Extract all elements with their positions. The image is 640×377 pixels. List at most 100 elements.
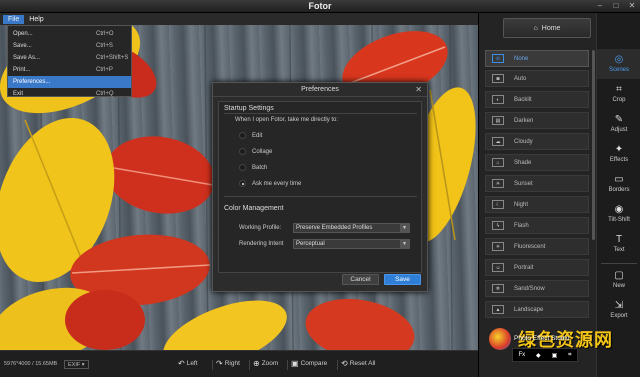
divider xyxy=(224,113,417,114)
rotate-right-icon: ↷ xyxy=(216,359,223,368)
radio-edit[interactable]: Edit xyxy=(239,132,262,139)
working-profile-select[interactable]: Preserve Embedded Profiles ▼ xyxy=(293,223,410,233)
scene-landscape[interactable]: ▲ Landscape xyxy=(485,301,589,318)
menu-bar: File Help xyxy=(0,13,478,25)
rotate-right-button[interactable]: ↷ Right xyxy=(216,359,240,368)
separator xyxy=(287,360,288,370)
watermark-logo-icon xyxy=(489,328,511,350)
scene-auto[interactable]: ◙ Auto xyxy=(485,70,589,87)
crop-icon: ⌗ xyxy=(616,84,622,95)
dialog-title-bar: Preferences ✕ xyxy=(213,83,427,97)
landscape-icon: ▲ xyxy=(492,305,504,314)
separator xyxy=(249,360,250,370)
window-title: Fotor xyxy=(308,1,332,11)
maximize-icon[interactable]: □ xyxy=(612,2,620,10)
rendering-intent-label: Rendering Intent xyxy=(239,241,284,247)
radio-dot[interactable] xyxy=(239,164,246,171)
preferences-dialog: Preferences ✕ Startup Settings When I op… xyxy=(212,82,428,292)
scene-portrait[interactable]: ☺ Portrait xyxy=(485,259,589,276)
tool-borders[interactable]: ▭ Borders xyxy=(597,169,640,199)
title-bar: Fotor – □ ✕ xyxy=(0,0,640,13)
radio-collage[interactable]: Collage xyxy=(239,148,272,155)
close-icon[interactable]: ✕ xyxy=(415,83,422,97)
compare-button[interactable]: ▣ Compare xyxy=(291,359,327,368)
image-dimensions: 5976*4000 / 15.65MB xyxy=(4,361,58,367)
portrait-icon: ☺ xyxy=(492,263,504,272)
menu-file[interactable]: File xyxy=(3,14,25,24)
startup-settings-heading: Startup Settings xyxy=(224,105,274,112)
menu-item-print[interactable]: Print... Ctrl+P xyxy=(8,64,131,76)
working-profile-label: Working Profile: xyxy=(239,225,282,231)
reset-all-button[interactable]: ⟲ Reset All xyxy=(341,359,375,368)
scene-list-scrollbar[interactable] xyxy=(592,50,595,240)
rendering-intent-select[interactable]: Perceptual ▼ xyxy=(293,239,410,249)
scene-cloudy[interactable]: ☁ Cloudy xyxy=(485,133,589,150)
bottom-toolbar: 5976*4000 / 15.65MB EXIF ▾ ↶ Left ↷ Right … xyxy=(0,350,478,377)
radio-dot[interactable] xyxy=(239,132,246,139)
separator xyxy=(601,263,637,264)
crop-icon: ⌗ xyxy=(568,351,572,358)
tool-export[interactable]: ⇲ Export xyxy=(597,295,640,325)
scene-sunset[interactable]: ☀ Sunset xyxy=(485,175,589,192)
menu-item-preferences[interactable]: Preferences... xyxy=(8,76,131,88)
tool-crop[interactable]: ⌗ Crop xyxy=(597,79,640,109)
scene-none[interactable]: ⊘ None xyxy=(485,50,589,67)
color-management-heading: Color Management xyxy=(224,205,284,212)
new-icon: ▢ xyxy=(614,270,624,281)
compare-icon: ▣ xyxy=(291,359,299,368)
menu-help[interactable]: Help xyxy=(24,15,48,24)
scene-sand-snow[interactable]: ❄ Sand/Snow xyxy=(485,280,589,297)
menu-item-open[interactable]: Open... Ctrl+O xyxy=(8,28,131,40)
backlit-icon: ◐ xyxy=(492,95,504,104)
rotate-left-button[interactable]: ↶ Left xyxy=(178,359,198,368)
cancel-button[interactable]: Cancel xyxy=(342,274,379,285)
file-menu-dropdown: Open... Ctrl+O Save... Ctrl+S Save As... Ct… xyxy=(7,25,132,97)
tool-new[interactable]: ▢ New xyxy=(597,265,640,295)
tool-text[interactable]: T Text xyxy=(597,229,640,259)
fluorescent-icon: ✳ xyxy=(492,242,504,251)
adjust-icon: ✎ xyxy=(614,114,624,125)
zoom-icon: ⊕ xyxy=(253,359,260,368)
scene-darken[interactable]: ▤ Darken xyxy=(485,112,589,129)
menu-item-save-as[interactable]: Save As... Ctrl+Shift+S xyxy=(8,52,131,64)
tilt-shift-icon: ◉ xyxy=(614,204,624,215)
menu-item-exit[interactable]: Exit Ctrl+Q xyxy=(8,88,131,100)
frame-icon: ▣ xyxy=(551,352,558,359)
close-icon[interactable]: ✕ xyxy=(628,2,636,10)
watermark-studio: Photo Effect Studio xyxy=(514,335,570,342)
zoom-button[interactable]: ⊕ Zoom xyxy=(253,359,278,368)
chevron-down-icon: ▼ xyxy=(400,224,409,232)
tool-scenes[interactable]: ◎ Scenes xyxy=(597,49,640,79)
save-button[interactable]: Save xyxy=(384,274,421,285)
scene-backlit[interactable]: ◐ Backlit xyxy=(485,91,589,108)
minimize-icon[interactable]: – xyxy=(596,2,604,10)
sand-snow-icon: ❄ xyxy=(492,284,504,293)
radio-ask-every-time[interactable]: Ask me every time xyxy=(239,180,301,187)
scene-shade[interactable]: ⌂ Shade xyxy=(485,154,589,171)
radio-dot[interactable] xyxy=(239,148,246,155)
startup-question: When I open Fotor, take me directly to: xyxy=(235,117,339,123)
radio-dot-selected[interactable] xyxy=(239,180,246,187)
moon-icon: ☾ xyxy=(492,200,504,209)
menu-item-save[interactable]: Save... Ctrl+S xyxy=(8,40,131,52)
shade-icon: ⌂ xyxy=(492,158,504,167)
tool-adjust[interactable]: ✎ Adjust xyxy=(597,109,640,139)
scenes-icon: ◎ xyxy=(614,54,624,65)
exif-button[interactable]: EXIF ▾ xyxy=(64,360,89,369)
chevron-down-icon: ▼ xyxy=(400,240,409,248)
tool-tilt-shift[interactable]: ◉ Tilt-Shift xyxy=(597,199,640,229)
text-icon: T xyxy=(615,234,623,245)
scenes-panel: ⌂ Home ⊘ None ◙ Auto ◐ Backlit ▤ Darken ☁ Clo… xyxy=(478,13,596,377)
radio-batch[interactable]: Batch xyxy=(239,164,267,171)
effects-icon: ✦ xyxy=(614,144,624,155)
home-button[interactable]: ⌂ Home xyxy=(503,18,591,38)
divider xyxy=(224,196,417,197)
flash-icon: ϟ xyxy=(492,221,504,230)
scene-fluorescent[interactable]: ✳ Fluorescent xyxy=(485,238,589,255)
scene-night[interactable]: ☾ Night xyxy=(485,196,589,213)
separator xyxy=(337,360,338,370)
tools-sidebar: ◎ Scenes ⌗ Crop ✎ Adjust ✦ Effects ▭ Borders … xyxy=(596,13,640,377)
scene-flash[interactable]: ϟ Flash xyxy=(485,217,589,234)
tool-effects[interactable]: ✦ Effects xyxy=(597,139,640,169)
export-icon: ⇲ xyxy=(614,300,624,311)
